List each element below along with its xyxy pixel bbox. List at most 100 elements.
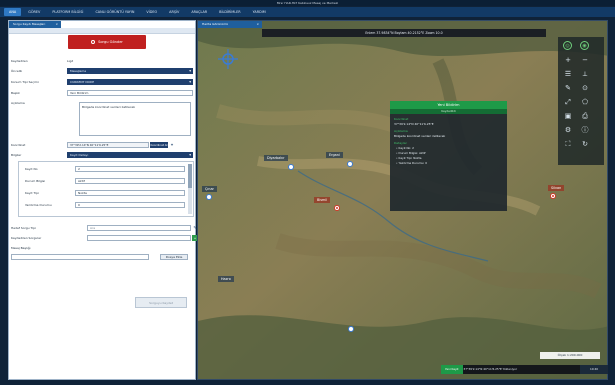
close-icon[interactable]: × bbox=[55, 21, 58, 28]
field-label: Öncelik bbox=[11, 68, 23, 73]
menu-tab-yardim[interactable]: YARDIM bbox=[248, 8, 271, 16]
send-query-button[interactable]: Sorgu Gönder bbox=[68, 35, 146, 49]
field-label: Açıklama bbox=[11, 100, 25, 105]
menu-tab-gorev[interactable]: GÖREV bbox=[23, 8, 45, 16]
file-path-input[interactable] bbox=[11, 254, 149, 260]
menu-tab-canli[interactable]: CANLI GÖRÜNTÜ YAYIN bbox=[90, 8, 139, 16]
info-select[interactable]: Kayıt Detayı bbox=[67, 151, 193, 158]
popup-item: • Durum Bilgisi: Aktif bbox=[396, 151, 426, 155]
item-label: Kayıt Tipi bbox=[25, 190, 39, 195]
menu-tab-ana[interactable]: ANA bbox=[4, 8, 22, 16]
panel-tab-label: Sorgu Kaydı Mesajları bbox=[13, 22, 46, 26]
item-input[interactable]: Aktif bbox=[75, 177, 185, 184]
settings-icon[interactable]: ⚙ bbox=[563, 125, 573, 135]
map-scale: Ölçek 1:200.000 bbox=[540, 352, 600, 359]
ruler-icon[interactable]: ⟂ bbox=[580, 69, 590, 79]
map-tab[interactable]: Harita Görünümü × bbox=[198, 21, 262, 28]
field-label: Başlık bbox=[11, 90, 20, 95]
layers-icon[interactable]: ☰ bbox=[563, 69, 573, 79]
popup-coord: 37°39'2.14"N 40°11'6.25"E bbox=[394, 122, 434, 126]
item-label: Kayıt No bbox=[25, 166, 38, 171]
field-bilgiler: Bilgiler Kayıt Detayı bbox=[11, 151, 193, 158]
zoom-in-icon[interactable]: + bbox=[563, 55, 573, 65]
mesaj-label: Mesaj Başlığı bbox=[11, 245, 31, 250]
coordinate-field[interactable]: 37°39'2.14"N 40°11'6.25"E bbox=[67, 141, 149, 148]
field-kaydedilen: Kaydedilen Ligd bbox=[11, 57, 193, 64]
list-item: Yazdırma Durumu 0 bbox=[25, 201, 185, 208]
menu-tab-video[interactable]: VİDEO bbox=[141, 8, 162, 16]
priority-select[interactable]: Mesajlama bbox=[67, 67, 193, 74]
map-pin[interactable] bbox=[288, 164, 294, 170]
popup-item: • Yazdırma Durumu: 0 bbox=[396, 161, 427, 165]
popup-item-text: Kayıt Tipi: Nokta bbox=[398, 156, 422, 160]
hedef-row: Hedef Sorgu Tipi Ara ✎ bbox=[11, 224, 199, 231]
popup-heading: Koordinat bbox=[394, 117, 409, 121]
item-input[interactable]: 0 bbox=[75, 201, 185, 208]
list-scrollbar[interactable] bbox=[188, 164, 192, 214]
map-label[interactable]: Silvan bbox=[548, 185, 565, 191]
field-oncelik: Öncelik Mesajlama bbox=[11, 67, 193, 74]
map-status-bar: Yeni Kayıt 37°39'2.14"N 40°11'6.25"E Yük… bbox=[441, 365, 608, 374]
add-file-button[interactable]: Dosya Ekle bbox=[160, 254, 188, 260]
popup-heading: Açıklama bbox=[394, 129, 408, 133]
kaydet-row: Kaydedilen Sorgular + bbox=[11, 234, 199, 241]
close-icon[interactable]: × bbox=[256, 21, 259, 28]
map-label[interactable]: Ergani bbox=[326, 152, 343, 158]
pin-icon[interactable]: ⊙ bbox=[580, 83, 590, 93]
popup-title: Yeni Bildirim bbox=[390, 101, 507, 109]
scrollbar-thumb[interactable] bbox=[188, 164, 192, 188]
map-tab-label: Harita Görünümü bbox=[202, 22, 229, 26]
item-label: Durum Bilgisi bbox=[25, 178, 46, 183]
draw-icon[interactable]: ✎ bbox=[563, 83, 573, 93]
item-input[interactable]: Nokta bbox=[75, 189, 185, 196]
zoom-out-icon[interactable]: − bbox=[580, 55, 590, 65]
screenshot-icon[interactable]: ▣ bbox=[563, 111, 573, 121]
map-pin[interactable] bbox=[347, 161, 353, 167]
map-pin-red[interactable] bbox=[550, 193, 556, 199]
field-label: Kaydedilen bbox=[11, 58, 28, 63]
map-label[interactable]: Diyarbakır bbox=[264, 155, 288, 161]
field-baslik: Başlık Yeni Bildirim bbox=[11, 89, 193, 96]
map-pin-red[interactable] bbox=[334, 205, 340, 211]
saved-queries-input[interactable] bbox=[87, 234, 191, 241]
crosshair-icon[interactable]: ⌖ bbox=[169, 142, 175, 148]
menu-tab-araclar[interactable]: ARAÇLAR bbox=[186, 8, 212, 16]
polygon-icon[interactable]: ⬠ bbox=[580, 97, 590, 107]
menu-tab-arsiv[interactable]: ARŞİV bbox=[164, 8, 184, 16]
get-coordinate-button[interactable]: Koordinat Al bbox=[150, 141, 168, 148]
coordinate-row: Koordinat 37°39'2.14"N 40°11'6.25"E Koor… bbox=[11, 141, 199, 148]
search-input[interactable]: Ara bbox=[87, 224, 191, 231]
print-icon[interactable]: ⎙ bbox=[580, 111, 590, 121]
compass-icon[interactable]: ◎ bbox=[563, 41, 572, 50]
field-aciklama: Açıklama bbox=[11, 99, 71, 106]
popup-item-text: Durum Bilgisi: Aktif bbox=[398, 151, 426, 155]
refresh-icon[interactable]: ↻ bbox=[580, 139, 590, 149]
info-icon[interactable]: ⓘ bbox=[580, 125, 590, 135]
new-record-button[interactable]: Yeni Kayıt bbox=[441, 365, 463, 374]
map-label[interactable]: Hazro bbox=[218, 276, 234, 282]
detail-list: Kayıt No 2 Durum Bilgisi Aktif Kayıt Tip… bbox=[18, 161, 194, 217]
field-value: Ligd bbox=[67, 58, 74, 63]
field-label: Konum Tipi Seçimi bbox=[11, 79, 39, 84]
map-label[interactable]: Bismil bbox=[314, 197, 331, 203]
menu-tab-bildirimler[interactable]: BİLDİRİMLER bbox=[214, 8, 246, 16]
window-title: Mrsr HAR-HLT Kablosuz Mesaj ve Merkezi bbox=[0, 0, 615, 6]
fullscreen-icon[interactable]: ⛶ bbox=[563, 139, 573, 149]
description-textarea[interactable]: Bölgede koordinat verileri iletilecek bbox=[79, 102, 191, 136]
locate-icon[interactable]: ◉ bbox=[580, 41, 589, 50]
status-clock: 10:40 bbox=[580, 365, 608, 374]
measure-icon[interactable]: ⤢ bbox=[563, 97, 573, 107]
location-type-select[interactable]: CURRENT NODE bbox=[67, 78, 193, 85]
map-pin[interactable] bbox=[348, 326, 354, 332]
coordinate-readout: Enlem 37.9834°N Boylam 40.2152°E Zoom 10… bbox=[262, 29, 546, 37]
save-query-button[interactable]: Sorguyu Kaydet bbox=[135, 297, 187, 308]
item-label: Yazdırma Durumu bbox=[25, 202, 52, 207]
title-input[interactable]: Yeni Bildirim bbox=[67, 89, 193, 96]
popup-item-text: Kayıt No: 2 bbox=[398, 146, 414, 150]
popup-description: Bölgede koordinat verileri iletilecek bbox=[394, 134, 446, 138]
map-pin[interactable] bbox=[206, 194, 212, 200]
item-input[interactable]: 2 bbox=[75, 165, 185, 172]
menu-tab-platform[interactable]: PLATFORM BİLGİSİ bbox=[47, 8, 88, 16]
panel-tab[interactable]: Sorgu Kaydı Mesajları × bbox=[9, 21, 61, 28]
map-label[interactable]: Çınar bbox=[202, 186, 217, 192]
